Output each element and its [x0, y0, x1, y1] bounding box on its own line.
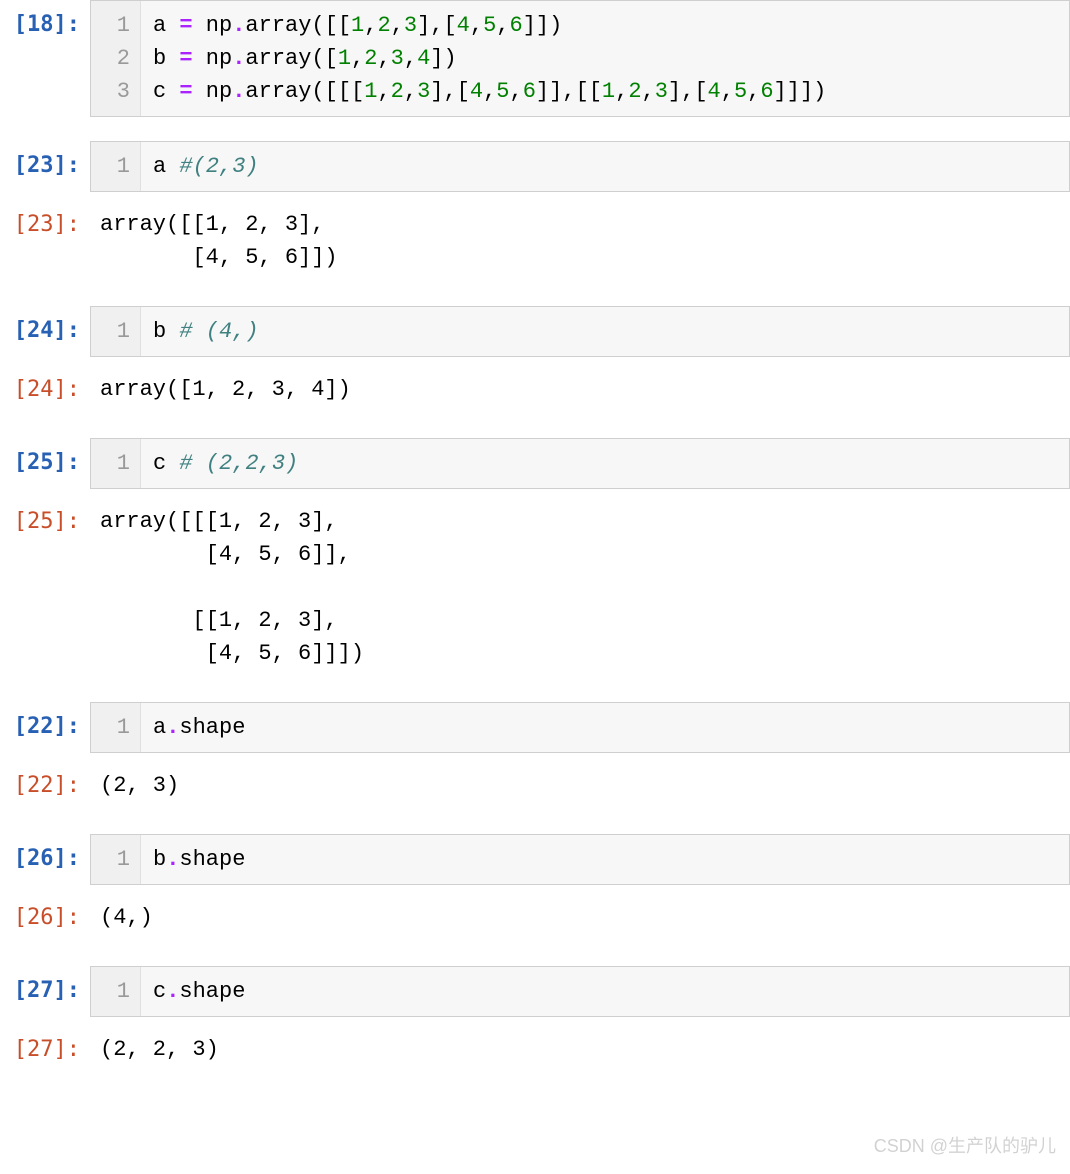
line-gutter: 1 — [91, 439, 141, 488]
input-cell: [22]:1a.shape — [0, 702, 1070, 753]
line-gutter: 123 — [91, 1, 141, 116]
line-gutter: 1 — [91, 142, 141, 191]
input-prompt: [26]: — [0, 834, 90, 885]
output-prompt: [25]: — [0, 497, 90, 678]
output-text: array([[1, 2, 3], [4, 5, 6]]) — [90, 200, 1070, 282]
output-cell: [27]:(2, 2, 3) — [0, 1025, 1070, 1074]
input-cell: [24]:1b # (4,) — [0, 306, 1070, 357]
input-prompt: [24]: — [0, 306, 90, 357]
code-content[interactable]: a = np.array([[1,2,3],[4,5,6]]) b = np.a… — [141, 1, 1069, 116]
code-editor[interactable]: 1c.shape — [90, 966, 1070, 1017]
code-editor[interactable]: 1c # (2,2,3) — [90, 438, 1070, 489]
input-cell: [25]:1c # (2,2,3) — [0, 438, 1070, 489]
line-gutter: 1 — [91, 307, 141, 356]
output-prompt: [24]: — [0, 365, 90, 414]
output-text: (4,) — [90, 893, 1070, 942]
output-text: array([1, 2, 3, 4]) — [90, 365, 1070, 414]
code-editor[interactable]: 1b.shape — [90, 834, 1070, 885]
output-cell: [23]:array([[1, 2, 3], [4, 5, 6]]) — [0, 200, 1070, 282]
input-prompt: [22]: — [0, 702, 90, 753]
output-prompt: [23]: — [0, 200, 90, 282]
code-content[interactable]: b # (4,) — [141, 307, 1069, 356]
input-cell: [27]:1c.shape — [0, 966, 1070, 1017]
output-prompt: [26]: — [0, 893, 90, 942]
input-cell: [23]:1a #(2,3) — [0, 141, 1070, 192]
line-gutter: 1 — [91, 835, 141, 884]
jupyter-notebook: [18]:123a = np.array([[1,2,3],[4,5,6]]) … — [0, 0, 1070, 1074]
code-content[interactable]: c # (2,2,3) — [141, 439, 1069, 488]
input-prompt: [27]: — [0, 966, 90, 1017]
code-editor[interactable]: 1a.shape — [90, 702, 1070, 753]
output-cell: [22]:(2, 3) — [0, 761, 1070, 810]
output-cell: [26]:(4,) — [0, 893, 1070, 942]
code-content[interactable]: b.shape — [141, 835, 1069, 884]
code-editor[interactable]: 1b # (4,) — [90, 306, 1070, 357]
watermark-text: CSDN @生产队的驴儿 — [874, 1133, 1056, 1160]
code-editor[interactable]: 123a = np.array([[1,2,3],[4,5,6]]) b = n… — [90, 0, 1070, 117]
output-text: (2, 3) — [90, 761, 1070, 810]
code-editor[interactable]: 1a #(2,3) — [90, 141, 1070, 192]
code-content[interactable]: c.shape — [141, 967, 1069, 1016]
line-gutter: 1 — [91, 703, 141, 752]
output-cell: [25]:array([[[1, 2, 3], [4, 5, 6]], [[1,… — [0, 497, 1070, 678]
input-prompt: [23]: — [0, 141, 90, 192]
input-prompt: [18]: — [0, 0, 90, 117]
input-cell: [26]:1b.shape — [0, 834, 1070, 885]
output-prompt: [27]: — [0, 1025, 90, 1074]
input-prompt: [25]: — [0, 438, 90, 489]
code-content[interactable]: a #(2,3) — [141, 142, 1069, 191]
output-cell: [24]:array([1, 2, 3, 4]) — [0, 365, 1070, 414]
code-content[interactable]: a.shape — [141, 703, 1069, 752]
output-text: array([[[1, 2, 3], [4, 5, 6]], [[1, 2, 3… — [90, 497, 1070, 678]
output-prompt: [22]: — [0, 761, 90, 810]
output-text: (2, 2, 3) — [90, 1025, 1070, 1074]
line-gutter: 1 — [91, 967, 141, 1016]
input-cell: [18]:123a = np.array([[1,2,3],[4,5,6]]) … — [0, 0, 1070, 117]
